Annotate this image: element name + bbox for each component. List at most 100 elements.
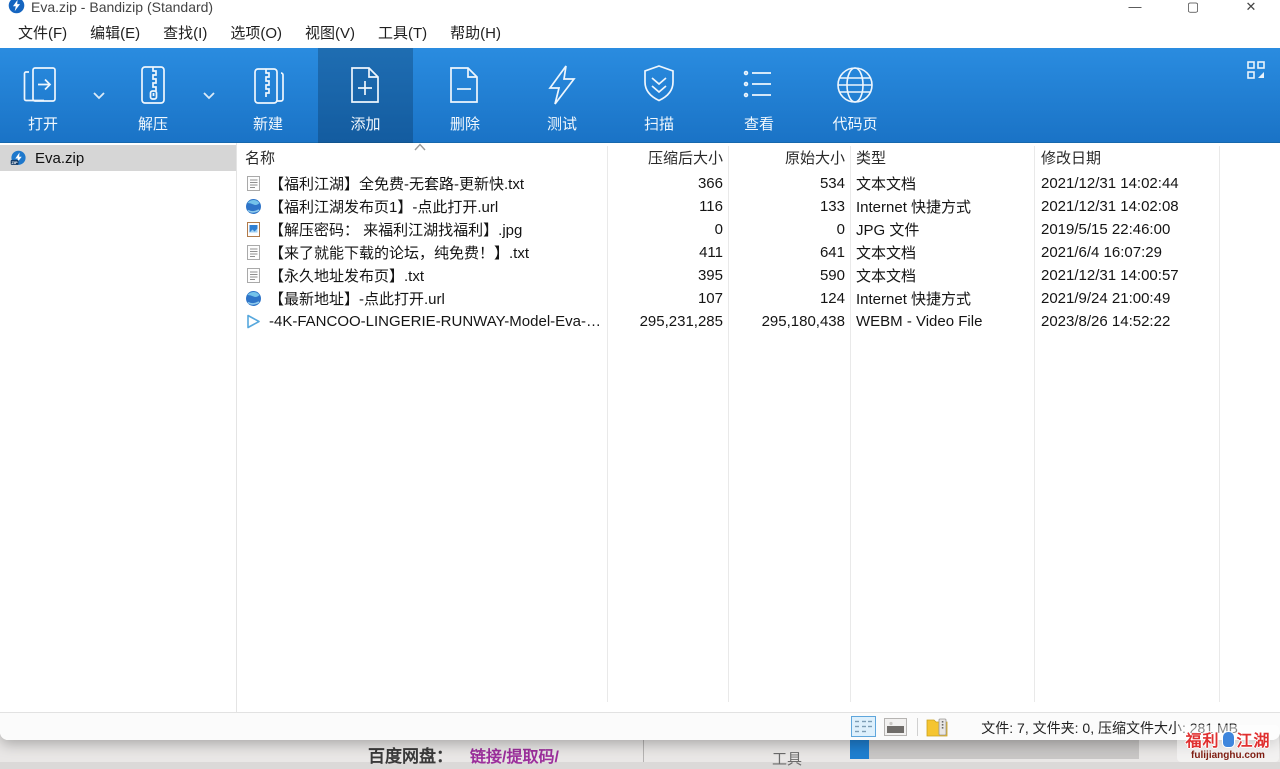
cell-type: JPG 文件 bbox=[850, 219, 1034, 240]
file-name: 【永久地址发布页】.txt bbox=[269, 265, 424, 286]
toolbar-button-add-files[interactable]: 添加 bbox=[318, 48, 413, 143]
table-row[interactable]: 【来了就能下载的论坛，纯免费！】.txt411641文本文档2021/6/4 1… bbox=[237, 241, 1280, 264]
menu-item-5[interactable]: 工具(T) bbox=[368, 21, 437, 47]
scan-icon bbox=[637, 63, 681, 107]
toolbar-button-extract[interactable]: 解压 bbox=[113, 48, 193, 143]
view-toggle-group bbox=[851, 716, 956, 737]
cell-type: 文本文档 bbox=[850, 242, 1034, 263]
toolbar-button-label: 代码页 bbox=[832, 113, 877, 134]
menu-item-6[interactable]: 帮助(H) bbox=[440, 21, 511, 47]
toolbar: 打开 解压 新建添加删除 测试扫描查看 代码页 bbox=[0, 48, 1280, 143]
table-row[interactable]: 【福利江湖发布页1】-点此打开.url116133Internet 快捷方式20… bbox=[237, 195, 1280, 218]
minimize-button[interactable]: — bbox=[1106, 0, 1164, 20]
menu-item-0[interactable]: 文件(F) bbox=[8, 21, 77, 47]
cell-modified-date: 2021/12/31 14:02:44 bbox=[1034, 175, 1219, 192]
column-separator[interactable] bbox=[1219, 146, 1220, 702]
menu-item-2[interactable]: 查找(I) bbox=[153, 21, 217, 47]
cell-name: 【来了就能下载的论坛，纯免费！】.txt bbox=[237, 242, 607, 263]
statusbar-separator bbox=[917, 718, 918, 736]
menu-bar: 文件(F)编辑(E)查找(I)选项(O)视图(V)工具(T)帮助(H) bbox=[0, 20, 1280, 48]
menu-item-4[interactable]: 视图(V) bbox=[295, 21, 365, 47]
maximize-button[interactable]: ▢ bbox=[1164, 0, 1222, 20]
toolbar-button-label: 打开 bbox=[28, 113, 58, 134]
cell-type: Internet 快捷方式 bbox=[850, 196, 1034, 217]
column-separator[interactable] bbox=[607, 146, 608, 702]
table-row[interactable]: 【解压密码： 来福利江湖找福利】.jpg00JPG 文件2019/5/15 22… bbox=[237, 218, 1280, 241]
close-button[interactable]: ✕ bbox=[1222, 0, 1280, 20]
cell-original-size: 0 bbox=[728, 221, 850, 238]
test-icon bbox=[540, 63, 584, 107]
column-header-4[interactable]: 修改日期 bbox=[1034, 147, 1219, 168]
url-file-icon bbox=[245, 290, 262, 307]
menu-item-3[interactable]: 选项(O) bbox=[220, 21, 292, 47]
column-separator[interactable] bbox=[728, 146, 729, 702]
cell-packed-size: 116 bbox=[607, 198, 728, 215]
cell-original-size: 295,180,438 bbox=[728, 313, 850, 330]
main-area: ZIP Eva.zip 名称压缩后大小原始大小类型修改日期 【福利江湖】全免费-… bbox=[0, 143, 1280, 712]
toolbar-button-label: 删除 bbox=[450, 113, 480, 134]
background-selection-bar bbox=[869, 740, 1139, 759]
tree-item-evazip[interactable]: ZIP Eva.zip bbox=[0, 145, 236, 171]
column-header-2[interactable]: 原始大小 bbox=[728, 147, 850, 168]
customize-toolbar-icon[interactable] bbox=[1246, 60, 1268, 82]
file-name: -4K-FANCOO-LINGERIE-RUNWAY-Model-Eva-… bbox=[269, 313, 601, 330]
watermark-text-right: 江湖 bbox=[1237, 727, 1271, 751]
toolbar-dropdown-chevron-icon[interactable] bbox=[196, 48, 222, 143]
watermark-title: 福利 江湖 bbox=[1179, 727, 1277, 751]
toolbar-button-test[interactable]: 测试 bbox=[522, 48, 602, 143]
toolbar-button-delete[interactable]: 删除 bbox=[425, 48, 505, 143]
cell-name: 【福利江湖】全免费-无套路-更新快.txt bbox=[237, 173, 607, 194]
tree-item-label: Eva.zip bbox=[35, 150, 84, 167]
preview-view-icon[interactable] bbox=[884, 718, 907, 736]
cell-packed-size: 0 bbox=[607, 221, 728, 238]
bandizip-app-icon bbox=[8, 0, 25, 14]
details-view-icon[interactable] bbox=[851, 716, 876, 737]
toolbar-button-open-archive[interactable]: 打开 bbox=[3, 48, 83, 143]
view-icon bbox=[737, 63, 781, 107]
cell-name: -4K-FANCOO-LINGERIE-RUNWAY-Model-Eva-… bbox=[237, 313, 607, 330]
column-separator[interactable] bbox=[1034, 146, 1035, 702]
toolbar-button-new-archive[interactable]: 新建 bbox=[228, 48, 308, 143]
sort-ascending-icon[interactable] bbox=[413, 143, 427, 151]
open-folder-icon[interactable] bbox=[926, 717, 948, 737]
column-separator[interactable] bbox=[850, 146, 851, 702]
window-controls: — ▢ ✕ bbox=[1106, 0, 1280, 20]
bandizip-window: Eva.zip - Bandizip (Standard) — ▢ ✕ 文件(F… bbox=[0, 0, 1280, 740]
status-bar: 文件: 7, 文件夹: 0, 压缩文件大小: 281 MB bbox=[0, 712, 1280, 740]
toolbar-button-scan[interactable]: 扫描 bbox=[619, 48, 699, 143]
file-name: 【福利江湖】全免费-无套路-更新快.txt bbox=[269, 173, 524, 194]
text-file-icon bbox=[245, 267, 262, 284]
cell-modified-date: 2021/12/31 14:02:08 bbox=[1034, 198, 1219, 215]
table-row[interactable]: -4K-FANCOO-LINGERIE-RUNWAY-Model-Eva-… 29… bbox=[237, 310, 1280, 333]
file-rows: 【福利江湖】全免费-无套路-更新快.txt366534文本文档2021/12/3… bbox=[237, 172, 1280, 333]
toolbar-dropdown-chevron-icon[interactable] bbox=[86, 48, 112, 143]
list-header: 名称压缩后大小原始大小类型修改日期 bbox=[237, 143, 1280, 172]
toolbar-button-label: 解压 bbox=[138, 113, 168, 134]
cell-type: 文本文档 bbox=[850, 173, 1034, 194]
cell-modified-date: 2023/8/26 14:52:22 bbox=[1034, 313, 1219, 330]
zip-archive-icon: ZIP bbox=[10, 150, 27, 167]
cell-type: Internet 快捷方式 bbox=[850, 288, 1034, 309]
toolbar-button-label: 查看 bbox=[744, 113, 774, 134]
file-list-pane: 名称压缩后大小原始大小类型修改日期 【福利江湖】全免费-无套路-更新快.txt 3… bbox=[237, 143, 1280, 712]
background-divider bbox=[643, 740, 644, 762]
column-header-3[interactable]: 类型 bbox=[850, 147, 1034, 168]
new-archive-icon bbox=[246, 63, 290, 107]
cell-packed-size: 366 bbox=[607, 175, 728, 192]
toolbar-button-view[interactable]: 查看 bbox=[719, 48, 799, 143]
toolbar-button-codepage[interactable]: 代码页 bbox=[806, 48, 904, 143]
file-name: 【解压密码： 来福利江湖找福利】.jpg bbox=[269, 219, 522, 240]
table-row[interactable]: 【永久地址发布页】.txt395590文本文档2021/12/31 14:00:… bbox=[237, 264, 1280, 287]
baidu-link[interactable]: 链接/提取码/ bbox=[470, 743, 559, 767]
background-tools-label: 工具 bbox=[772, 748, 802, 769]
column-header-1[interactable]: 压缩后大小 bbox=[607, 147, 728, 168]
menu-item-1[interactable]: 编辑(E) bbox=[80, 21, 150, 47]
add-files-icon bbox=[344, 63, 388, 107]
baidu-pan-label: 百度网盘： bbox=[368, 742, 453, 767]
cell-original-size: 641 bbox=[728, 244, 850, 261]
table-row[interactable]: 【福利江湖】全免费-无套路-更新快.txt366534文本文档2021/12/3… bbox=[237, 172, 1280, 195]
cell-name: 【永久地址发布页】.txt bbox=[237, 265, 607, 286]
cell-original-size: 124 bbox=[728, 290, 850, 307]
watermark-url: fulijianghu.com bbox=[1179, 750, 1277, 761]
table-row[interactable]: 【最新地址】-点此打开.url107124Internet 快捷方式2021/9… bbox=[237, 287, 1280, 310]
